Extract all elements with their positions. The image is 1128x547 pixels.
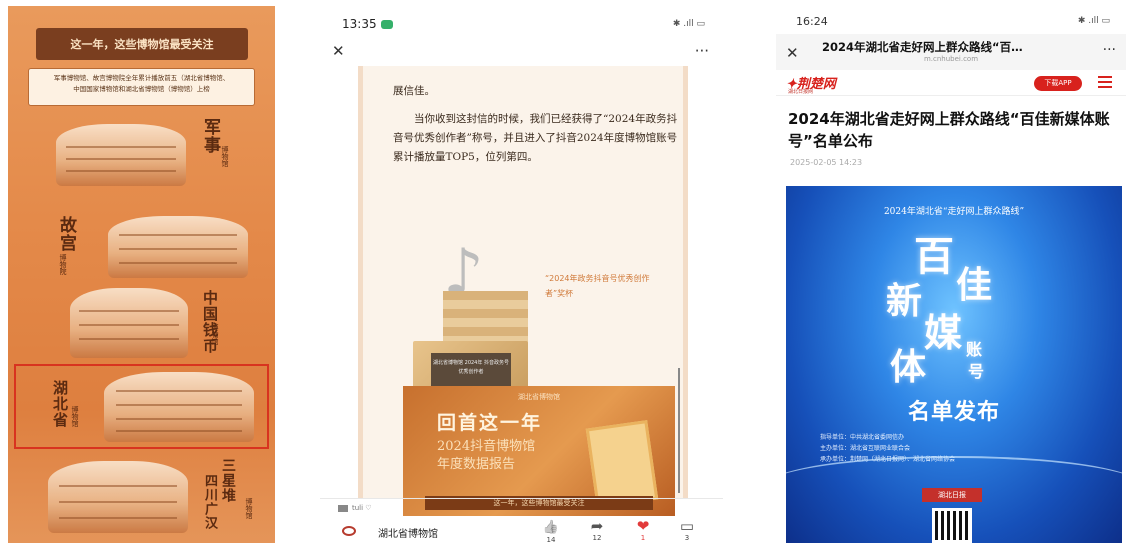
nav-row: ✕ ··· bbox=[320, 40, 723, 62]
more-icon[interactable]: ··· bbox=[695, 42, 709, 60]
poster-title: 2024年湖北省“走好网上群众路线” bbox=[883, 207, 1025, 217]
browser-nav: ✕ 2024年湖北省走好网上群众路线“百… m.cnhubei.com ··· bbox=[776, 34, 1126, 70]
annual-report-card[interactable]: 湖北省博物馆 回首这一年 2024抖音博物馆 年度数据报告 这一年，这些博物馆最… bbox=[403, 386, 675, 516]
calligraphy-xin: 新 bbox=[886, 280, 923, 322]
news-article-screen: 16:24 ✱ .ıll ▭ ✕ 2024年湖北省走好网上群众路线“百… m.c… bbox=[776, 10, 1126, 543]
note-line-2: 中国国家博物馆和湖北省博物馆（博物馆）上榜 bbox=[73, 85, 210, 93]
sender-row: tuli ♡ bbox=[338, 504, 372, 512]
share-count: 12 bbox=[592, 534, 602, 542]
note-line-1: 军事博物馆、故宫博物院全年累计播放前五（湖北省博物馆、 bbox=[53, 74, 230, 82]
wechat-icon bbox=[380, 20, 393, 29]
coin-museum-illustration bbox=[70, 288, 188, 358]
like-count: 14 bbox=[546, 536, 556, 544]
comment-icon: ▭ bbox=[679, 517, 695, 535]
organizer-2: 主办单位：湖北省互联网业联合会 bbox=[820, 445, 911, 452]
sub-coin: 博物馆 bbox=[211, 324, 219, 345]
status-bar: 16:24 ✱ .ıll ▭ bbox=[776, 10, 1126, 32]
close-icon[interactable]: ✕ bbox=[332, 42, 345, 60]
calligraphy-zhang: 账 bbox=[966, 340, 983, 359]
report-book-image bbox=[585, 420, 659, 508]
site-tagline: 湖北日报网 bbox=[788, 89, 814, 95]
message-screen: 13:35 ✱ .ıll ▭ ✕ ··· 展信佳。 当你收到这封信的时候，我们已… bbox=[320, 10, 723, 545]
article-date: 2025-02-05 14:23 bbox=[790, 158, 863, 167]
site-header: ✦荆楚网 湖北日报网 下载APP bbox=[776, 70, 1126, 96]
status-bar: 13:35 ✱ .ıll ▭ bbox=[320, 10, 723, 38]
thumbs-up-icon: 👍 bbox=[542, 520, 560, 535]
menu-icon[interactable] bbox=[1098, 76, 1112, 88]
label-sichuan-guanghan: 四川广汉 bbox=[202, 474, 217, 530]
heart-button[interactable]: ❤ 1 bbox=[628, 518, 658, 543]
sub-military: 博物馆 bbox=[221, 146, 229, 167]
page-title: 2024年湖北省走好网上群众路线“百… bbox=[822, 40, 1023, 54]
calligraphy-jia: 佳 bbox=[956, 264, 993, 306]
hubei-highlight-box bbox=[14, 364, 269, 449]
report-header: 湖北省博物馆 bbox=[518, 393, 560, 401]
museum-ranking-poster: 这一年，这些博物馆最受关注 军事博物馆、故宫博物院全年累计播放前五（湖北省博物馆… bbox=[8, 6, 275, 543]
calligraphy-mei: 媒 bbox=[924, 310, 963, 355]
award-caption: “2024年政务抖音号优秀创作者”奖杯 bbox=[545, 274, 650, 298]
letter-sheet: 展信佳。 当你收到这封信的时候，我们已经获得了“2024年政务抖音号优秀创作者”… bbox=[358, 66, 688, 516]
calligraphy-ti: 体 bbox=[890, 346, 927, 388]
letter-body: 当你收到这封信的时候，我们已经获得了“2024年政务抖音号优秀创作者”称号，并且… bbox=[393, 113, 678, 163]
letter-greeting: 展信佳。 bbox=[393, 85, 435, 97]
status-time: 16:24 bbox=[796, 14, 828, 28]
account-name[interactable]: 湖北省博物馆 bbox=[378, 525, 438, 540]
comment-count: 3 bbox=[684, 534, 690, 542]
page-url: m.cnhubei.com bbox=[923, 55, 979, 63]
sub-sanxingdui: 博物馆 bbox=[245, 498, 253, 519]
poster-note: 军事博物馆、故宫博物院全年累计播放前五（湖北省博物馆、 中国国家博物馆和湖北省博… bbox=[28, 68, 255, 106]
signal-battery-icon: ✱ .ıll ▭ bbox=[1077, 16, 1110, 26]
report-subtitle: 2024抖音博物馆 年度数据报告 bbox=[437, 439, 536, 472]
military-museum-illustration bbox=[56, 124, 186, 186]
museum-logo-icon bbox=[342, 526, 356, 536]
like-button[interactable]: 👍 14 bbox=[536, 518, 566, 545]
signal-battery-icon: ✱ .ıll ▭ bbox=[672, 19, 705, 29]
palace-museum-illustration bbox=[108, 216, 248, 278]
label-sanxingdui: 三星堆 bbox=[220, 458, 236, 503]
organizer-1: 指导单位：中共湖北省委网信办 bbox=[820, 434, 905, 441]
heart-icon: ❤ bbox=[636, 517, 650, 535]
qr-code bbox=[932, 508, 972, 543]
action-bar: 湖北省博物馆 👍 14 ➦ 12 ❤ 1 ▭ 3 bbox=[320, 518, 723, 545]
announcement-poster: 2024年湖北省“走好网上群众路线” 百 佳 新 媒 体 账 号 名单发布 指导… bbox=[786, 186, 1122, 543]
article-headline: 2024年湖北省走好网上群众路线“百佳新媒体账号”名单公布 bbox=[788, 110, 1110, 150]
hubei-daily-logo: 湖北日报 bbox=[922, 488, 982, 502]
calligraphy-hao: 号 bbox=[968, 362, 985, 381]
sub-palace: 博物院 bbox=[59, 254, 67, 275]
image-icon bbox=[338, 504, 348, 512]
more-icon[interactable]: ··· bbox=[1103, 42, 1116, 58]
status-time: 13:35 bbox=[342, 17, 377, 31]
sanxingdui-museum-illustration bbox=[48, 461, 188, 533]
heart-count: 1 bbox=[640, 534, 646, 542]
share-button[interactable]: ➦ 12 bbox=[582, 518, 612, 543]
report-title: 回首这一年 bbox=[437, 412, 543, 434]
download-app-button[interactable]: 下载APP bbox=[1034, 76, 1082, 91]
scrollbar[interactable] bbox=[678, 368, 680, 493]
comment-button[interactable]: ▭ 3 bbox=[672, 518, 702, 543]
list-release-title: 名单发布 bbox=[907, 399, 1000, 425]
poster-banner: 这一年，这些博物馆最受关注 bbox=[36, 28, 248, 60]
share-icon: ➦ bbox=[590, 517, 604, 535]
label-palace: 故宫 bbox=[56, 216, 76, 252]
